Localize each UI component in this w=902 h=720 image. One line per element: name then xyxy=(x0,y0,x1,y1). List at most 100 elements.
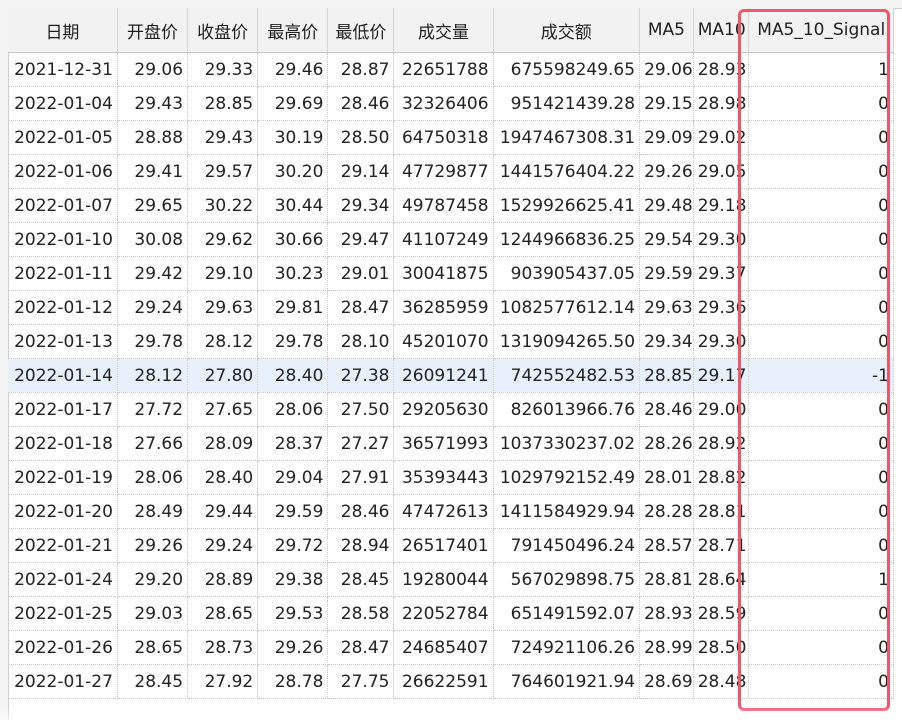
ma5-cell[interactable]: 28.01 xyxy=(639,460,694,495)
date-cell[interactable]: 2022-01-12 xyxy=(8,290,118,325)
amount-cell[interactable]: 724921106.26 xyxy=(493,630,641,665)
close-cell[interactable]: 28.65 xyxy=(187,596,259,631)
table-row[interactable]: 2022-01-27 28.45 27.92 28.78 27.75 26622591 76… xyxy=(8,664,894,699)
date-cell[interactable]: 2022-01-19 xyxy=(8,460,118,495)
amount-cell[interactable]: 1244966836.25 xyxy=(493,222,641,257)
ma5-cell[interactable]: 28.99 xyxy=(639,630,694,665)
ma5-cell[interactable]: 28.69 xyxy=(639,664,694,699)
ma5-cell[interactable]: 29.26 xyxy=(639,154,694,189)
table-row[interactable]: 2022-01-25 29.03 28.65 29.53 28.58 22052784 65… xyxy=(8,596,894,631)
volume-cell[interactable]: 35393443 xyxy=(393,460,494,495)
close-cell[interactable]: 27.92 xyxy=(187,664,259,699)
close-cell[interactable]: 28.12 xyxy=(187,324,259,359)
signal-cell[interactable]: 0 xyxy=(748,630,894,665)
close-cell[interactable]: 27.80 xyxy=(187,358,259,393)
volume-cell[interactable]: 26091241 xyxy=(393,358,494,393)
amount-cell[interactable]: 1319094265.50 xyxy=(493,324,641,359)
close-cell[interactable]: 28.40 xyxy=(187,460,259,495)
ma10-cell[interactable]: 28.93 xyxy=(693,52,750,87)
date-cell[interactable]: 2022-01-05 xyxy=(8,120,118,155)
volume-cell[interactable]: 22651788 xyxy=(393,52,494,87)
open-cell[interactable]: 28.88 xyxy=(117,120,189,155)
ma10-cell[interactable]: 29.17 xyxy=(693,358,750,393)
low-cell[interactable]: 28.87 xyxy=(327,52,395,87)
ma10-cell[interactable]: 28.92 xyxy=(693,426,750,461)
amount-cell[interactable]: 1529926625.41 xyxy=(493,188,641,223)
signal-cell[interactable]: 0 xyxy=(748,324,894,359)
close-cell[interactable]: 28.09 xyxy=(187,426,259,461)
low-cell[interactable]: 27.50 xyxy=(327,392,395,427)
table-row[interactable]: 2022-01-12 29.24 29.63 29.81 28.47 36285959 10… xyxy=(8,290,894,325)
volume-cell[interactable]: 26622591 xyxy=(393,664,494,699)
ma5-cell[interactable]: 28.46 xyxy=(639,392,694,427)
column-header-date[interactable]: 日期 xyxy=(8,8,118,53)
ma10-cell[interactable]: 29.05 xyxy=(693,154,750,189)
ma5-cell[interactable]: 29.09 xyxy=(639,120,694,155)
volume-cell[interactable]: 49787458 xyxy=(393,188,494,223)
open-cell[interactable]: 28.49 xyxy=(117,494,189,529)
high-cell[interactable]: 28.78 xyxy=(257,664,329,699)
high-cell[interactable]: 29.53 xyxy=(257,596,329,631)
high-cell[interactable]: 28.06 xyxy=(257,392,329,427)
date-cell[interactable]: 2022-01-11 xyxy=(8,256,118,291)
volume-cell[interactable]: 22052784 xyxy=(393,596,494,631)
column-header-ma5[interactable]: MA5 xyxy=(639,8,694,53)
table-row[interactable]: 2022-01-26 28.65 28.73 29.26 28.47 24685407 72… xyxy=(8,630,894,665)
ma10-cell[interactable]: 28.64 xyxy=(693,562,750,597)
low-cell[interactable]: 29.01 xyxy=(327,256,395,291)
amount-cell[interactable]: 1029792152.49 xyxy=(493,460,641,495)
amount-cell[interactable]: 826013966.76 xyxy=(493,392,641,427)
low-cell[interactable]: 27.27 xyxy=(327,426,395,461)
ma10-cell[interactable]: 28.50 xyxy=(693,630,750,665)
open-cell[interactable]: 27.66 xyxy=(117,426,189,461)
volume-cell[interactable]: 24685407 xyxy=(393,630,494,665)
high-cell[interactable]: 29.38 xyxy=(257,562,329,597)
amount-cell[interactable]: 742552482.53 xyxy=(493,358,641,393)
ma5-cell[interactable]: 29.63 xyxy=(639,290,694,325)
ma10-cell[interactable]: 28.98 xyxy=(693,86,750,121)
signal-cell[interactable]: 0 xyxy=(748,222,894,257)
signal-cell[interactable]: -1 xyxy=(748,358,894,393)
date-cell[interactable]: 2022-01-17 xyxy=(8,392,118,427)
date-cell[interactable]: 2022-01-06 xyxy=(8,154,118,189)
column-header-close[interactable]: 收盘价 xyxy=(187,8,259,53)
date-cell[interactable]: 2022-01-18 xyxy=(8,426,118,461)
high-cell[interactable]: 30.19 xyxy=(257,120,329,155)
amount-cell[interactable]: 675598249.65 xyxy=(493,52,641,87)
column-header-high[interactable]: 最高价 xyxy=(257,8,329,53)
date-cell[interactable]: 2022-01-14 xyxy=(8,358,118,393)
low-cell[interactable]: 28.47 xyxy=(327,290,395,325)
signal-cell[interactable]: 0 xyxy=(748,528,894,563)
signal-cell[interactable]: 0 xyxy=(748,290,894,325)
ma5-cell[interactable]: 28.57 xyxy=(639,528,694,563)
amount-cell[interactable]: 1082577612.14 xyxy=(493,290,641,325)
low-cell[interactable]: 27.91 xyxy=(327,460,395,495)
date-cell[interactable]: 2022-01-04 xyxy=(8,86,118,121)
signal-cell[interactable]: 0 xyxy=(748,426,894,461)
ma5-cell[interactable]: 29.34 xyxy=(639,324,694,359)
ma10-cell[interactable]: 28.48 xyxy=(693,664,750,699)
ma10-cell[interactable]: 28.82 xyxy=(693,460,750,495)
low-cell[interactable]: 29.14 xyxy=(327,154,395,189)
close-cell[interactable]: 29.63 xyxy=(187,290,259,325)
signal-cell[interactable]: 0 xyxy=(748,120,894,155)
table-row[interactable]: 2022-01-10 30.08 29.62 30.66 29.47 41107249 12… xyxy=(8,222,894,257)
close-cell[interactable]: 29.44 xyxy=(187,494,259,529)
table-row[interactable]: 2022-01-21 29.26 29.24 29.72 28.94 26517401 79… xyxy=(8,528,894,563)
ma5-cell[interactable]: 28.81 xyxy=(639,562,694,597)
low-cell[interactable]: 28.47 xyxy=(327,630,395,665)
high-cell[interactable]: 30.66 xyxy=(257,222,329,257)
high-cell[interactable]: 28.37 xyxy=(257,426,329,461)
column-header-low[interactable]: 最低价 xyxy=(327,8,395,53)
low-cell[interactable]: 28.94 xyxy=(327,528,395,563)
column-header-signal[interactable]: MA5_10_Signal xyxy=(748,8,894,53)
low-cell[interactable]: 27.38 xyxy=(327,358,395,393)
date-cell[interactable]: 2022-01-24 xyxy=(8,562,118,597)
amount-cell[interactable]: 567029898.75 xyxy=(493,562,641,597)
ma5-cell[interactable]: 29.59 xyxy=(639,256,694,291)
signal-cell[interactable]: 0 xyxy=(748,664,894,699)
volume-cell[interactable]: 64750318 xyxy=(393,120,494,155)
table-row[interactable]: 2022-01-06 29.41 29.57 30.20 29.14 47729877 14… xyxy=(8,154,894,189)
volume-cell[interactable]: 32326406 xyxy=(393,86,494,121)
open-cell[interactable]: 28.12 xyxy=(117,358,189,393)
